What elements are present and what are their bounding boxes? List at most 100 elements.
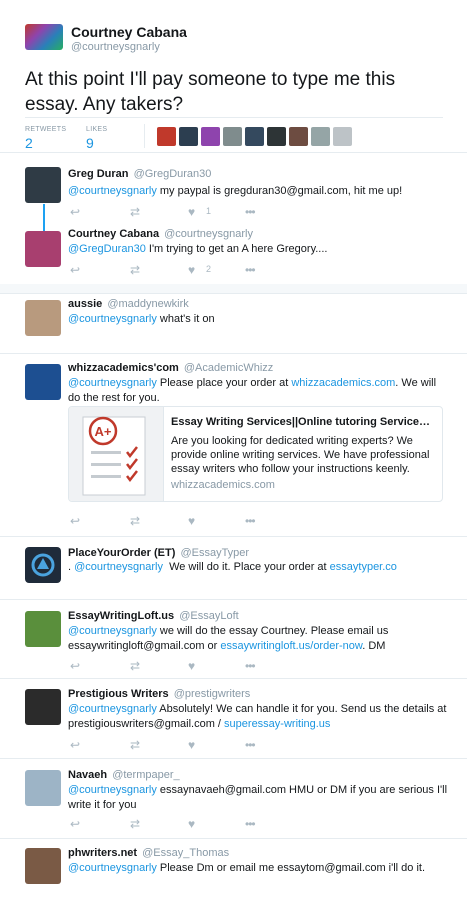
- card-image: A+: [69, 407, 164, 501]
- avatar[interactable]: [25, 689, 61, 725]
- author-handle[interactable]: @termpaper_: [112, 769, 179, 781]
- avatar[interactable]: [25, 848, 61, 884]
- reply-body: my paypal is gregduran30@gmail.com, hit …: [156, 185, 403, 197]
- avatar[interactable]: [25, 770, 61, 806]
- mention-link[interactable]: @courtneysgnarly: [68, 313, 157, 325]
- reply-icon[interactable]: ↩: [70, 205, 80, 219]
- liker-avatar[interactable]: [267, 127, 286, 146]
- mention-link[interactable]: @GregDuran30: [68, 243, 146, 255]
- retweet-icon[interactable]: ⇄: [130, 659, 140, 673]
- author-name[interactable]: Prestigious Writers: [68, 688, 169, 700]
- author-name[interactable]: phwriters.net: [68, 847, 137, 859]
- reply-tweet[interactable]: Prestigious Writers @prestigwriters @cou…: [0, 679, 467, 758]
- retweet-icon[interactable]: ⇄: [130, 738, 140, 752]
- reply-icon[interactable]: ↩: [70, 738, 80, 752]
- reply-icon[interactable]: ↩: [70, 659, 80, 673]
- card-title[interactable]: Essay Writing Services||Online tutoring …: [171, 416, 436, 428]
- like-icon[interactable]: ♥: [188, 263, 195, 277]
- reply-text: . @courtneysgnarly We will do it. Place …: [68, 560, 448, 575]
- avatar[interactable]: [25, 611, 61, 647]
- mention-link[interactable]: @courtneysgnarly: [74, 561, 163, 573]
- author-handle[interactable]: @prestigwriters: [174, 688, 251, 700]
- mention-link[interactable]: @courtneysgnarly: [68, 703, 157, 715]
- liker-avatar[interactable]: [179, 127, 198, 146]
- likes-count[interactable]: 9: [86, 135, 107, 151]
- more-icon[interactable]: •••: [245, 738, 256, 752]
- retweet-icon[interactable]: ⇄: [130, 205, 140, 219]
- liker-avatar[interactable]: [223, 127, 242, 146]
- retweet-icon[interactable]: ⇄: [130, 817, 140, 831]
- author-name[interactable]: EssayWritingLoft.us: [68, 610, 174, 622]
- author-name[interactable]: Navaeh: [68, 769, 107, 781]
- author-name[interactable]: Greg Duran: [68, 168, 129, 180]
- avatar[interactable]: [25, 231, 61, 267]
- avatar[interactable]: [25, 167, 61, 203]
- tweet-text: At this point I'll pay someone to type m…: [25, 69, 396, 115]
- link-card[interactable]: A+ Essay Writing Services||Online tutori…: [68, 406, 443, 502]
- author-handle[interactable]: @maddynewkirk: [107, 298, 188, 310]
- author-handle[interactable]: @AcademicWhizz: [184, 362, 273, 374]
- more-icon[interactable]: •••: [245, 659, 256, 673]
- avatar[interactable]: [25, 547, 61, 583]
- author-name[interactable]: Courtney Cabana: [68, 228, 159, 240]
- avatar[interactable]: [25, 364, 61, 400]
- author-handle[interactable]: @EssayTyper: [180, 547, 249, 559]
- author-handle[interactable]: @courtneysgnarly: [164, 228, 253, 240]
- reply-icon[interactable]: ↩: [70, 514, 80, 528]
- reply-tweet[interactable]: EssayWritingLoft.us @EssayLoft @courtney…: [0, 600, 467, 678]
- author-name[interactable]: Courtney Cabana: [71, 24, 187, 40]
- mention-link[interactable]: @courtneysgnarly: [68, 784, 157, 796]
- action-bar: ↩ ⇄ ♥ 1 •••: [70, 205, 310, 219]
- author-handle[interactable]: @Essay_Thomas: [142, 847, 229, 859]
- liker-avatar[interactable]: [157, 127, 176, 146]
- author-handle[interactable]: @courtneysgnarly: [71, 41, 160, 53]
- mention-link[interactable]: @courtneysgnarly: [68, 185, 157, 197]
- retweet-icon[interactable]: ⇄: [130, 514, 140, 528]
- liker-avatar[interactable]: [311, 127, 330, 146]
- more-icon[interactable]: •••: [245, 514, 256, 528]
- mention-link[interactable]: @courtneysgnarly: [68, 862, 157, 874]
- like-icon[interactable]: ♥: [188, 817, 195, 831]
- retweets-stat[interactable]: RETWEETS 2: [25, 126, 66, 151]
- author-name[interactable]: whizzacademics'com: [68, 362, 179, 374]
- card-domain[interactable]: whizzacademics.com: [171, 479, 275, 491]
- likers-avatars: [157, 127, 352, 146]
- url-link[interactable]: essaywritingloft.us/order-now: [220, 640, 362, 652]
- section-gap: [0, 284, 467, 294]
- retweet-icon[interactable]: ⇄: [130, 263, 140, 277]
- author-name[interactable]: PlaceYourOrder (ET): [68, 547, 175, 559]
- reply-tweet[interactable]: PlaceYourOrder (ET) @EssayTyper . @court…: [0, 537, 467, 599]
- reply-tweet[interactable]: aussie @maddynewkirk @courtneysgnarly wh…: [0, 295, 467, 353]
- reply-text: @courtneysgnarly Please Dm or email me e…: [68, 861, 448, 876]
- avatar[interactable]: [25, 24, 63, 50]
- action-bar: ↩ ⇄ ♥ •••: [70, 817, 310, 831]
- avatar[interactable]: [25, 300, 61, 336]
- like-icon[interactable]: ♥: [188, 738, 195, 752]
- liker-avatar[interactable]: [289, 127, 308, 146]
- mention-link[interactable]: @courtneysgnarly: [68, 625, 157, 637]
- mention-link[interactable]: @courtneysgnarly: [68, 377, 157, 389]
- reply-tweet[interactable]: Navaeh @termpaper_ @courtneysgnarly essa…: [0, 759, 467, 838]
- like-icon[interactable]: ♥: [188, 659, 195, 673]
- url-link[interactable]: superessay-writing.us: [224, 718, 330, 730]
- author-handle[interactable]: @GregDuran30: [134, 168, 212, 180]
- reply-text: @GregDuran30 I'm trying to get an A here…: [68, 242, 448, 257]
- url-link[interactable]: essaytyper.co: [330, 561, 397, 573]
- reply-icon[interactable]: ↩: [70, 817, 80, 831]
- liker-avatar[interactable]: [201, 127, 220, 146]
- more-icon[interactable]: •••: [245, 263, 256, 277]
- like-icon[interactable]: ♥: [188, 205, 195, 219]
- more-icon[interactable]: •••: [245, 205, 256, 219]
- reply-tweet[interactable]: phwriters.net @Essay_Thomas @courtneysgn…: [0, 839, 467, 900]
- conversation-thread: Greg Duran @GregDuran30 @courtneysgnarly…: [0, 152, 467, 284]
- author-handle[interactable]: @EssayLoft: [179, 610, 238, 622]
- more-icon[interactable]: •••: [245, 817, 256, 831]
- reply-icon[interactable]: ↩: [70, 263, 80, 277]
- author-name[interactable]: aussie: [68, 298, 102, 310]
- retweets-count[interactable]: 2: [25, 135, 66, 151]
- liker-avatar[interactable]: [245, 127, 264, 146]
- likes-stat[interactable]: LIKES 9: [86, 126, 107, 151]
- liker-avatar[interactable]: [333, 127, 352, 146]
- url-link[interactable]: whizzacademics.com: [291, 377, 395, 389]
- like-icon[interactable]: ♥: [188, 514, 195, 528]
